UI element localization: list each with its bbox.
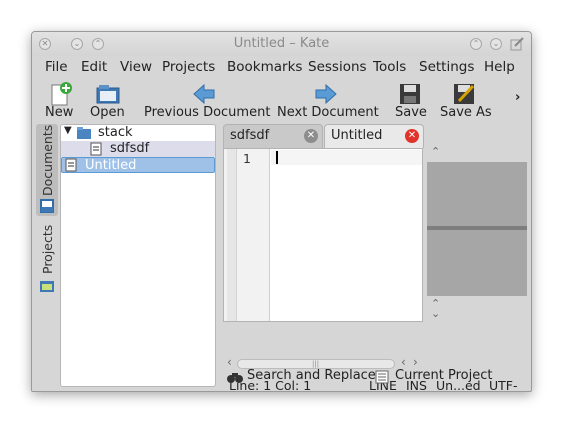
menu-tools[interactable]: Tools <box>373 59 406 75</box>
tree-row-untitled[interactable]: Untitled <box>61 157 215 173</box>
minimap-scrollbar[interactable] <box>427 162 527 296</box>
next-document-label: Next Document <box>277 105 379 120</box>
line-gutter: 1 <box>224 149 270 321</box>
left-side-tabs: Documents Projects <box>36 124 58 386</box>
current-project-label: Current Project <box>395 368 493 383</box>
search-replace-label: Search and Replace <box>247 368 376 383</box>
save-as-button[interactable]: Save As <box>440 78 492 122</box>
next-document-button[interactable]: Next Document <box>277 78 379 122</box>
previous-document-button[interactable]: Previous Document <box>144 78 270 122</box>
save-button[interactable]: Save <box>394 78 427 122</box>
text-file-icon <box>65 158 77 176</box>
tree-folder-label: stack <box>98 125 133 140</box>
tree-file-label: sdfsdf <box>110 141 150 156</box>
main-toolbar: New Open Previous Document Next Document… <box>32 78 531 122</box>
menu-bookmarks[interactable]: Bookmarks <box>227 59 302 75</box>
chevron-down-icon: ⌄ <box>431 307 441 320</box>
open-button[interactable]: Open <box>90 78 126 122</box>
text-editor[interactable]: 1 <box>223 148 423 322</box>
arrow-left-icon <box>191 81 217 107</box>
chevron-up-icon: ⌃ <box>431 145 441 158</box>
open-label: Open <box>90 105 125 120</box>
new-document-icon <box>47 81 73 107</box>
icon-border <box>227 149 237 321</box>
open-folder-icon <box>95 81 121 107</box>
toolbar-overflow-button[interactable]: › <box>512 78 526 122</box>
grip-icon: ||| <box>312 360 320 368</box>
scroll-left-icon[interactable]: ‹ <box>401 355 406 369</box>
window-edit-icon[interactable] <box>510 37 524 51</box>
line-number: 1 <box>243 151 251 166</box>
tree-row-stack[interactable]: ▼ stack <box>61 125 215 141</box>
tab-untitled[interactable]: Untitled ✕ <box>324 124 424 148</box>
kate-window: ✕ ⌄ ⌃ Untitled – Kate ⌃ ⌄ File Edit View… <box>31 31 532 392</box>
documents-icon <box>39 198 55 214</box>
menu-file[interactable]: File <box>45 59 68 75</box>
window-title: Untitled – Kate <box>233 36 330 51</box>
tab-sdfsdf-label: sdfsdf <box>230 128 270 143</box>
project-list-icon <box>375 370 389 388</box>
tab-close-icon[interactable]: ✕ <box>304 129 318 143</box>
binoculars-icon <box>227 370 243 388</box>
menu-edit[interactable]: Edit <box>81 59 107 75</box>
save-as-label: Save As <box>440 105 492 120</box>
window-minimize-icon[interactable]: ⌄ <box>490 38 502 50</box>
new-label: New <box>45 105 74 120</box>
tab-projects[interactable]: Projects <box>36 222 58 302</box>
title-bar: ✕ ⌄ ⌃ Untitled – Kate ⌃ ⌄ <box>32 32 531 56</box>
expand-arrow-icon[interactable]: ▼ <box>64 125 72 136</box>
bottom-tool-bar: Search and Replace Current Project <box>223 368 523 388</box>
tab-documents[interactable]: Documents <box>36 124 58 216</box>
projects-icon <box>39 278 55 294</box>
save-label: Save <box>395 105 427 120</box>
arrow-right-icon <box>313 81 339 107</box>
tab-untitled-label: Untitled <box>331 128 383 143</box>
previous-document-label: Previous Document <box>144 105 271 120</box>
minimap-slider[interactable] <box>427 226 527 230</box>
minimap-scroll-up[interactable]: ⌃ <box>427 145 527 160</box>
editor-area: sdfsdf ✕ Untitled ✕ 1 ⌃ ⌃ ⌄ ‹ ||| ‹ › Li… <box>223 124 527 391</box>
minimap-scroll-down[interactable]: ⌃ ⌄ <box>427 297 527 321</box>
menu-help[interactable]: Help <box>484 59 515 75</box>
menu-view[interactable]: View <box>120 59 152 75</box>
current-line-highlight <box>271 150 422 165</box>
menu-sessions[interactable]: Sessions <box>308 59 367 75</box>
chevron-right-icon: › <box>515 90 521 105</box>
text-cursor <box>276 151 278 164</box>
tree-untitled-label: Untitled <box>85 158 137 173</box>
scroll-right-icon[interactable]: › <box>413 355 418 369</box>
projects-tab-label: Projects <box>40 224 55 274</box>
save-disk-icon <box>397 81 423 107</box>
menu-settings[interactable]: Settings <box>419 59 474 75</box>
menu-projects[interactable]: Projects <box>162 59 215 75</box>
tab-sdfsdf[interactable]: sdfsdf ✕ <box>223 124 323 148</box>
documents-tab-label: Documents <box>40 124 55 196</box>
scroll-left-icon[interactable]: ‹ <box>227 355 232 369</box>
new-button[interactable]: New <box>45 78 75 122</box>
document-tree: ▼ stack sdfsdf Untitled <box>60 124 216 387</box>
menu-bar: File Edit View Projects Bookmarks Sessio… <box>32 56 531 78</box>
save-as-disk-icon <box>451 81 477 107</box>
tab-close-active-icon[interactable]: ✕ <box>405 129 419 143</box>
window-keep-above-icon[interactable]: ⌃ <box>470 38 482 50</box>
document-tabs: sdfsdf ✕ Untitled ✕ <box>223 124 523 148</box>
tree-row-sdfsdf[interactable]: sdfsdf <box>61 141 215 157</box>
